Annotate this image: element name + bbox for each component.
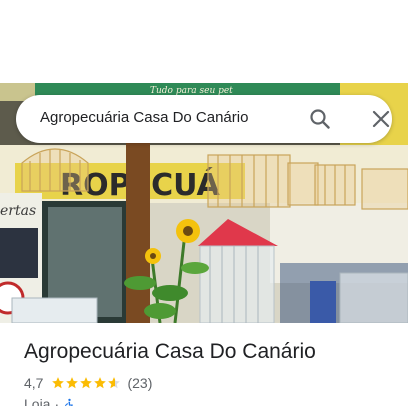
close-icon[interactable]: [369, 107, 393, 131]
review-count[interactable]: (23): [127, 375, 152, 391]
wheelchair-icon: [65, 398, 73, 406]
star-icon: [80, 377, 93, 389]
star-icon: [94, 377, 107, 389]
rating-value: 4,7: [24, 375, 44, 391]
search-input[interactable]: Agropecuária Casa Do Canário: [40, 109, 248, 126]
search-icon[interactable]: [308, 107, 332, 131]
star-rating: [51, 376, 121, 390]
place-category: Loja: [24, 396, 51, 406]
search-bar[interactable]: Agropecuária Casa Do Canário: [16, 95, 392, 143]
star-icon: [66, 377, 79, 389]
star-half-icon: [108, 377, 121, 389]
category-row: Loja ·: [24, 396, 76, 406]
place-title: Agropecuária Casa Do Canário: [24, 340, 316, 363]
rating-row[interactable]: 4,7 (23): [24, 374, 152, 392]
side-wall-text: ertas: [0, 203, 36, 219]
star-icon: [52, 377, 65, 389]
separator-dot: ·: [54, 396, 60, 406]
